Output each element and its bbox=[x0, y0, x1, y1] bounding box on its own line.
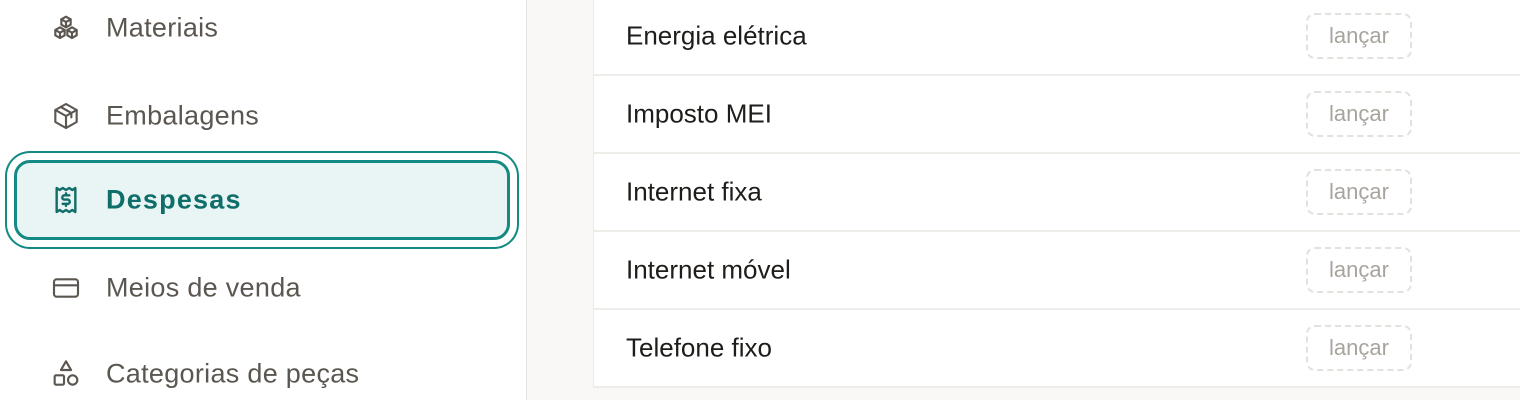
lancar-button[interactable]: lançar bbox=[1306, 247, 1412, 293]
sidebar-item-despesas[interactable]: Despesas bbox=[14, 160, 510, 240]
sidebar: Materiais Embalagens Despesas Meios de v… bbox=[0, 0, 527, 400]
sidebar-item-embalagens[interactable]: Embalagens bbox=[14, 76, 510, 156]
main-content: Energia elétrica lançar Imposto MEI lanç… bbox=[527, 0, 1520, 400]
lancar-button[interactable]: lançar bbox=[1306, 91, 1412, 137]
expense-name: Energia elétrica bbox=[626, 20, 807, 51]
shapes-icon bbox=[50, 358, 82, 390]
lancar-button[interactable]: lançar bbox=[1306, 169, 1412, 215]
receipt-icon bbox=[50, 184, 82, 216]
lancar-button[interactable]: lançar bbox=[1306, 325, 1412, 371]
list-item: Internet fixa lançar bbox=[594, 154, 1520, 232]
app-window: Materiais Embalagens Despesas Meios de v… bbox=[0, 0, 1520, 400]
sidebar-item-label: Meios de venda bbox=[106, 272, 301, 303]
list-item: Telefone fixo lançar bbox=[594, 310, 1520, 388]
boxes-icon bbox=[50, 12, 82, 44]
sidebar-item-label: Categorias de peças bbox=[106, 358, 360, 389]
expense-name: Internet móvel bbox=[626, 254, 791, 285]
expense-list: Energia elétrica lançar Imposto MEI lanç… bbox=[593, 0, 1520, 388]
list-item: Energia elétrica lançar bbox=[594, 0, 1520, 76]
sidebar-item-categorias-de-pecas[interactable]: Categorias de peças bbox=[14, 334, 510, 400]
list-item: Imposto MEI lançar bbox=[594, 76, 1520, 154]
sidebar-item-label: Despesas bbox=[106, 184, 242, 215]
expense-name: Internet fixa bbox=[626, 176, 762, 207]
list-item: Internet móvel lançar bbox=[594, 232, 1520, 310]
sidebar-item-materiais[interactable]: Materiais bbox=[14, 0, 510, 68]
package-icon bbox=[50, 100, 82, 132]
expense-name: Telefone fixo bbox=[626, 332, 772, 363]
sidebar-item-label: Materiais bbox=[106, 12, 219, 43]
sidebar-item-meios-de-venda[interactable]: Meios de venda bbox=[14, 248, 510, 328]
lancar-button[interactable]: lançar bbox=[1306, 13, 1412, 59]
expense-name: Imposto MEI bbox=[626, 98, 772, 129]
sidebar-item-label: Embalagens bbox=[106, 100, 260, 131]
credit-card-icon bbox=[50, 272, 82, 304]
